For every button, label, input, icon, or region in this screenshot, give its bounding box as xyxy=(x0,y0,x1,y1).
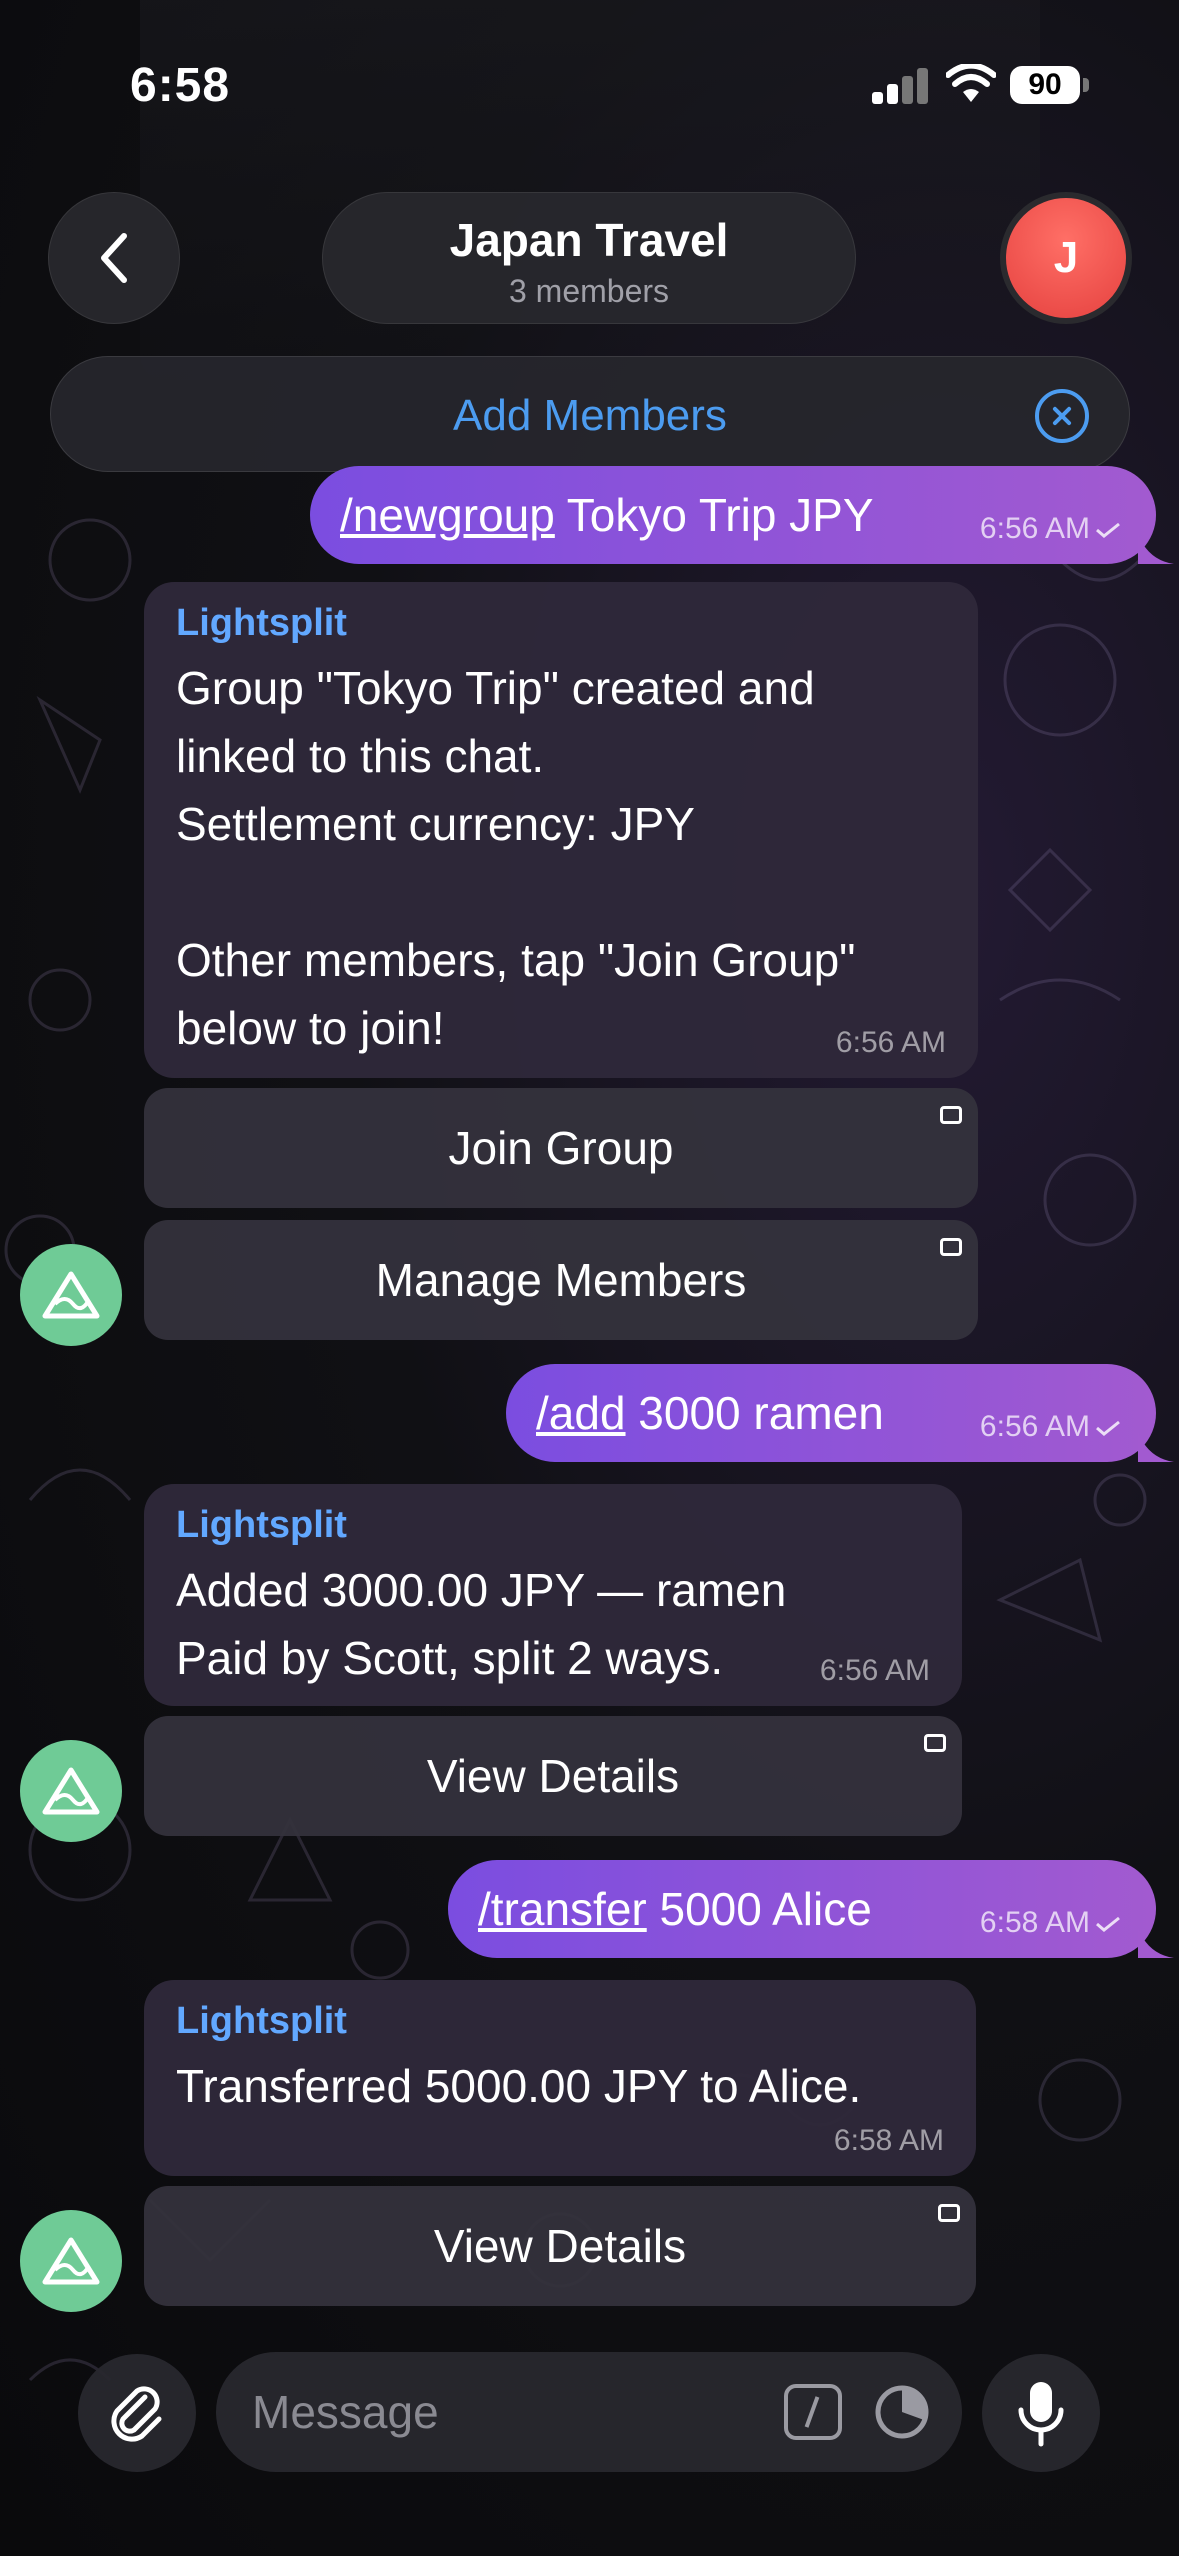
checkmark-icon xyxy=(1096,1916,1120,1932)
button-label: Manage Members xyxy=(375,1254,747,1306)
bubble-tail xyxy=(1138,534,1174,564)
command-link[interactable]: /newgroup xyxy=(340,489,555,541)
status-time: 6:58 xyxy=(130,59,231,112)
sender-name: Lightsplit xyxy=(176,1504,347,1546)
status-bar: 6:58 90 xyxy=(0,0,1179,170)
message-time: 6:58 AM xyxy=(980,1906,1122,1940)
button-label: View Details xyxy=(433,2220,687,2272)
outgoing-message[interactable]: /transfer 5000 Alice 6:58 AM xyxy=(448,1860,1174,1958)
outgoing-message[interactable]: /add 3000 ramen 6:56 AM xyxy=(506,1364,1174,1462)
chevron-left-icon xyxy=(101,233,127,283)
bot-avatar[interactable] xyxy=(20,1740,122,1842)
incoming-message[interactable]: Lightsplit Group "Tokyo Trip" created an… xyxy=(144,582,978,1078)
member-count: 3 members xyxy=(508,273,670,309)
checkmark-icon xyxy=(1096,1420,1120,1436)
message-field[interactable] xyxy=(216,2352,962,2472)
chat-title: Japan Travel xyxy=(449,214,729,266)
bubble-tail xyxy=(1138,1928,1174,1958)
open-app-icon xyxy=(924,1734,946,1752)
time-label: 6:56 AM xyxy=(979,512,1090,545)
join-group-button[interactable]: Join Group xyxy=(144,1088,978,1208)
sender-name: Lightsplit xyxy=(176,2000,347,2042)
battery-tip xyxy=(1083,78,1089,92)
open-app-icon xyxy=(940,1238,962,1256)
message-text: /add 3000 ramen xyxy=(536,1386,884,1440)
paperclip-icon xyxy=(111,2386,162,2442)
message-time: 6:56 AM xyxy=(819,1654,930,1687)
time-label: 6:58 AM xyxy=(979,1906,1090,1939)
chat-avatar[interactable]: J xyxy=(1000,192,1132,324)
message-body: 5000 Alice xyxy=(646,1883,872,1935)
open-app-icon xyxy=(938,2204,960,2222)
clock-icon[interactable] xyxy=(872,2382,932,2442)
mountain-logo-icon xyxy=(42,2237,100,2285)
slash-command-icon[interactable] xyxy=(784,2384,842,2440)
message-time: 6:56 AM xyxy=(835,1026,946,1059)
button-label: View Details xyxy=(426,1750,680,1802)
message-input[interactable] xyxy=(252,2380,752,2444)
message-line: below to join! xyxy=(176,1002,445,1054)
time-label: 6:56 AM xyxy=(979,1410,1090,1443)
incoming-message[interactable]: Lightsplit Transferred 5000.00 JPY to Al… xyxy=(144,1980,976,2176)
chat-title-pill[interactable]: Japan Travel 3 members xyxy=(322,192,856,324)
command-link[interactable]: /transfer xyxy=(478,1883,647,1935)
message-line: linked to this chat. xyxy=(176,730,545,782)
message-text: /transfer 5000 Alice xyxy=(478,1882,872,1936)
battery-icon: 90 xyxy=(1010,66,1080,104)
button-label: Join Group xyxy=(448,1122,674,1174)
message-body: Tokyo Trip JPY xyxy=(554,489,874,541)
view-details-button[interactable]: View Details xyxy=(144,1716,962,1836)
mountain-logo-icon xyxy=(42,1767,100,1815)
message-time: 6:56 AM xyxy=(980,1410,1122,1444)
attach-button[interactable] xyxy=(78,2354,196,2472)
back-button[interactable] xyxy=(48,192,180,324)
microphone-icon xyxy=(1018,2382,1064,2447)
message-text: /newgroup Tokyo Trip JPY xyxy=(340,488,874,542)
open-app-icon xyxy=(940,1106,962,1124)
incoming-message[interactable]: Lightsplit Added 3000.00 JPY — ramen Pai… xyxy=(144,1484,962,1706)
manage-members-button[interactable]: Manage Members xyxy=(144,1220,978,1340)
message-line: Other members, tap "Join Group" xyxy=(176,934,856,986)
wifi-icon xyxy=(946,64,996,102)
checkmark-icon xyxy=(1096,522,1120,538)
message-line: Added 3000.00 JPY — ramen xyxy=(176,1564,787,1616)
message-time: 6:56 AM xyxy=(980,512,1122,546)
sender-name: Lightsplit xyxy=(176,602,347,644)
bubble-tail xyxy=(1138,1432,1174,1462)
message-line: Paid by Scott, split 2 ways. xyxy=(176,1632,724,1684)
mountain-logo-icon xyxy=(42,1271,100,1319)
cellular-signal-icon xyxy=(872,68,930,104)
message-line: Group "Tokyo Trip" created and xyxy=(176,662,815,714)
view-details-button[interactable]: View Details xyxy=(144,2186,976,2306)
chat-screen: 6:58 90 Japan Travel 3 members J Add Mem… xyxy=(0,0,1179,2556)
message-time: 6:58 AM xyxy=(833,2124,944,2157)
outgoing-message[interactable]: /newgroup Tokyo Trip JPY 6:56 AM xyxy=(310,466,1174,564)
command-link[interactable]: /add xyxy=(536,1387,626,1439)
bot-avatar[interactable] xyxy=(20,1244,122,1346)
message-line: Transferred 5000.00 JPY to Alice. xyxy=(176,2060,862,2112)
microphone-button[interactable] xyxy=(982,2354,1100,2472)
message-line: Settlement currency: JPY xyxy=(176,798,695,850)
bot-avatar[interactable] xyxy=(20,2210,122,2312)
message-body: 3000 ramen xyxy=(625,1387,884,1439)
close-circle-icon[interactable] xyxy=(1035,389,1089,443)
add-members-label: Add Members xyxy=(453,391,727,440)
add-members-banner[interactable]: Add Members xyxy=(50,356,1130,472)
